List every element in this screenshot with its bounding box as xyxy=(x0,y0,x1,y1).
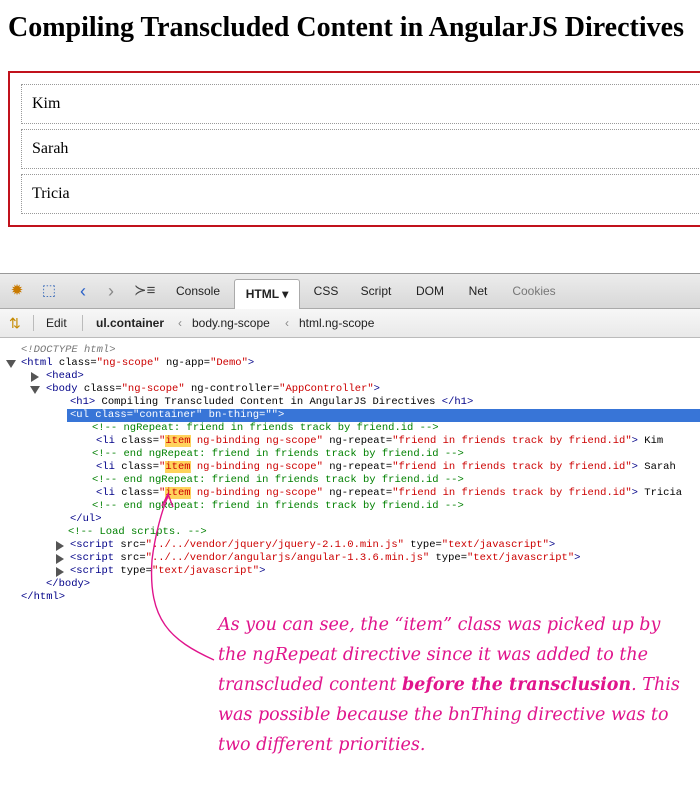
annotation-note: As you can see, the “item” class was pic… xyxy=(218,615,680,755)
